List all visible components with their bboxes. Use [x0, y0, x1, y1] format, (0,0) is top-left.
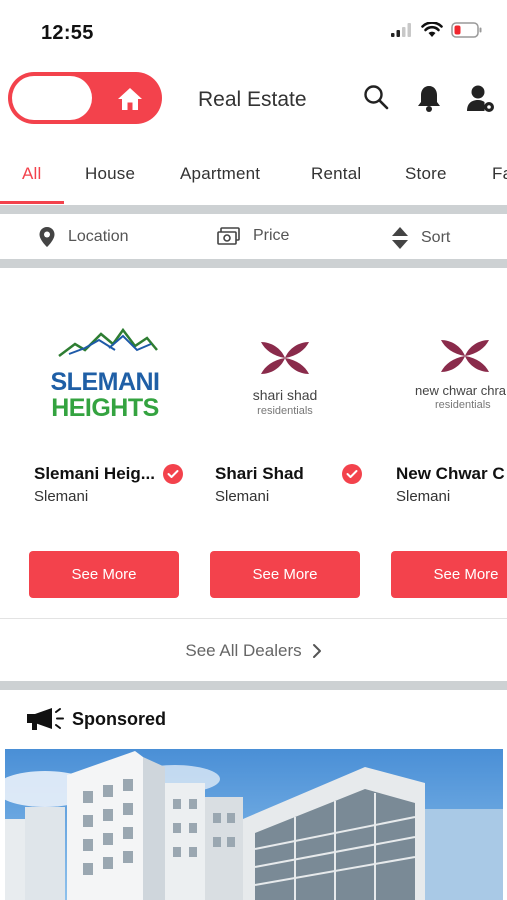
- logo-line1: new chwar chra: [415, 383, 507, 398]
- logo-line2: residentials: [257, 405, 313, 417]
- status-icons: [391, 22, 483, 38]
- money-icon: [217, 227, 240, 245]
- sponsored-label: Sponsored: [72, 708, 167, 729]
- see-all-dealers-link[interactable]: See All Dealers: [0, 636, 507, 666]
- app-header: Real Estate: [0, 70, 507, 126]
- logo-line2: residentials: [435, 399, 491, 411]
- dealers-carousel[interactable]: SLEMANI HEIGHTS Slemani Heig... Slemani …: [0, 268, 507, 618]
- slemani-heights-logo: SLEMANI HEIGHTS: [29, 308, 209, 438]
- dealer-city: Slemani: [34, 488, 89, 505]
- mode-toggle[interactable]: [8, 72, 162, 124]
- category-tabs: All House Apartment Rental Store Fa: [0, 150, 507, 206]
- tab-house[interactable]: House: [85, 164, 135, 184]
- price-filter[interactable]: Price: [217, 226, 289, 246]
- status-bar: 12:55: [0, 0, 507, 64]
- new-chwar-logo: new chwar chra residentials: [391, 308, 507, 438]
- divider: [0, 205, 507, 214]
- verified-icon: [341, 464, 362, 484]
- sort-filter[interactable]: Sort: [391, 226, 450, 250]
- tab-store[interactable]: Store: [405, 164, 447, 184]
- dealer-name-row: Shari Shad: [215, 464, 385, 484]
- dealer-card[interactable]: shari shad residentials Shari Shad Slema…: [210, 268, 390, 618]
- search-icon[interactable]: [363, 84, 389, 110]
- sort-icon: [392, 227, 408, 249]
- toggle-knob: [12, 76, 92, 120]
- megaphone-icon: [27, 708, 64, 730]
- location-filter[interactable]: Location: [38, 226, 129, 248]
- logo-line1: SLEMANI: [51, 368, 160, 396]
- status-time: 12:55: [41, 22, 94, 44]
- location-label: Location: [68, 228, 129, 245]
- dealer-card[interactable]: new chwar chra residentials New Chwar C …: [391, 268, 507, 618]
- sponsored-banner-image[interactable]: [5, 749, 503, 900]
- sponsored-header: Sponsored: [26, 706, 166, 732]
- divider: [0, 259, 507, 268]
- active-tab-indicator: [0, 201, 64, 204]
- logo-line2: HEIGHTS: [51, 394, 159, 422]
- battery-icon: [451, 22, 482, 38]
- user-settings-icon[interactable]: [466, 84, 496, 114]
- wifi-icon: [421, 22, 443, 37]
- verified-icon: [162, 464, 183, 484]
- dealer-name: New Chwar C: [396, 464, 505, 483]
- dealer-city: Slemani: [215, 488, 270, 505]
- dealer-city: Slemani: [396, 488, 451, 505]
- chevron-right-icon: [312, 644, 321, 658]
- tab-partial[interactable]: Fa: [492, 164, 507, 184]
- signal-icon: [391, 23, 411, 37]
- see-all-label: See All Dealers: [185, 641, 302, 660]
- dealer-name: Shari Shad: [215, 464, 304, 483]
- dealer-name-row: Slemani Heig...: [34, 464, 204, 484]
- logo-line1: shari shad: [253, 387, 318, 403]
- tab-apartment[interactable]: Apartment: [180, 164, 260, 184]
- see-more-button[interactable]: See More: [210, 551, 360, 598]
- sort-label: Sort: [421, 229, 451, 246]
- divider: [0, 618, 507, 619]
- dealer-card[interactable]: SLEMANI HEIGHTS Slemani Heig... Slemani …: [29, 268, 209, 618]
- home-icon: [118, 88, 142, 110]
- location-pin-icon: [39, 227, 55, 247]
- tab-all[interactable]: All: [22, 164, 42, 184]
- filter-bar: Location Price Sort: [0, 214, 507, 260]
- see-more-button[interactable]: See More: [391, 551, 507, 598]
- price-label: Price: [253, 227, 290, 244]
- see-more-button[interactable]: See More: [29, 551, 179, 598]
- dealer-name: Slemani Heig...: [34, 464, 155, 483]
- bell-icon[interactable]: [416, 84, 442, 112]
- app-title: Real Estate: [198, 88, 307, 111]
- tab-rental[interactable]: Rental: [311, 164, 361, 184]
- dealer-name-row: New Chwar C: [396, 464, 507, 484]
- divider: [0, 681, 507, 690]
- shari-shad-logo: shari shad residentials: [210, 308, 390, 438]
